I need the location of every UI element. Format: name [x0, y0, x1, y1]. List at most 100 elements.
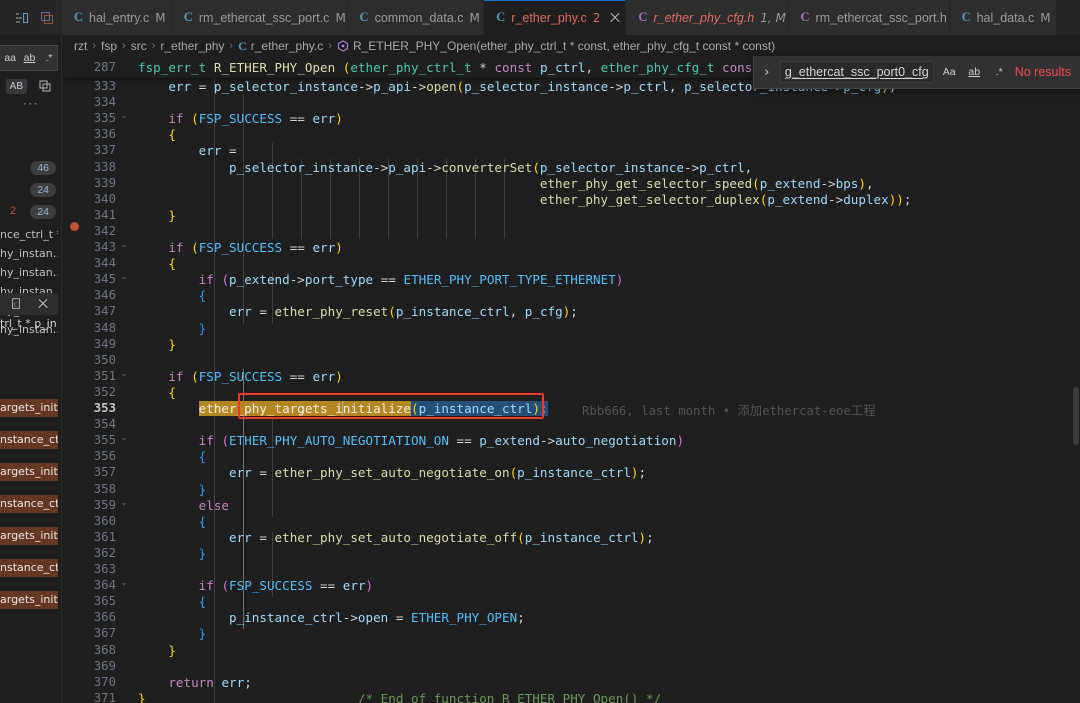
- code-line-367[interactable]: 367 }: [62, 625, 1080, 641]
- breadcrumb-item-fsp[interactable]: fsp: [101, 39, 117, 53]
- search-input[interactable]: g_ethercat_ssc_port0_cfg: [779, 61, 934, 83]
- toggle-ab-button[interactable]: AB: [5, 78, 27, 94]
- code-line-340[interactable]: 340 ether_phy_get_selector_duplex(p_exte…: [62, 191, 1080, 207]
- use-regex-icon[interactable]: .*: [41, 49, 57, 68]
- code-line-337[interactable]: 337 err =: [62, 142, 1080, 158]
- tab-rm-ethercat-ssc-port-c[interactable]: C rm_ethercat_ssc_port.c M: [171, 0, 348, 35]
- code-line-336[interactable]: 336 {: [62, 126, 1080, 142]
- match-item[interactable]: nstance_ctr…: [0, 559, 58, 577]
- code-line-345[interactable]: 345 ⌄ if (p_extend->port_type == ETHER_P…: [62, 271, 1080, 287]
- breadcrumb-item-rzt[interactable]: rzt: [74, 39, 87, 53]
- line-number: 348: [93, 320, 116, 335]
- code-line-346[interactable]: 346 {: [62, 287, 1080, 303]
- code-line-342[interactable]: 342: [62, 223, 1080, 239]
- match-whole-word-icon[interactable]: ab: [21, 49, 37, 68]
- fold-chevron-icon[interactable]: ⌄: [120, 272, 132, 282]
- match-case-icon[interactable]: aa: [2, 49, 18, 68]
- code-line-343[interactable]: 343 ⌄ if (FSP_SUCCESS == err): [62, 239, 1080, 255]
- tab-hal-entry-c[interactable]: C hal_entry.c M: [62, 0, 172, 35]
- peek-view-title-bar[interactable]: C: [0, 293, 58, 315]
- search-input-value: g_ethercat_ssc_port0_cfg: [784, 65, 929, 79]
- match-case-icon[interactable]: Aa: [940, 63, 959, 82]
- find-widget[interactable]: › g_ethercat_ssc_port0_cfg Aa ab .* No r…: [752, 56, 1080, 89]
- code-line-355[interactable]: 355 ⌄ if (ETHER_PHY_AUTO_NEGOTIATION_ON …: [62, 432, 1080, 448]
- fold-chevron-icon[interactable]: ⌄: [120, 578, 132, 588]
- line-number: 352: [93, 384, 116, 399]
- line-number: 336: [93, 127, 116, 142]
- code-line-362[interactable]: 362 }: [62, 545, 1080, 561]
- code-line-368[interactable]: 368 }: [62, 642, 1080, 658]
- code-line-348[interactable]: 348 }: [62, 320, 1080, 336]
- code-text: return err;: [168, 674, 252, 690]
- breadcrumb-item-src[interactable]: src: [131, 39, 147, 53]
- h-file-icon: C: [800, 10, 810, 24]
- fold-chevron-icon[interactable]: ⌄: [120, 111, 132, 121]
- code-line-369[interactable]: 369: [62, 658, 1080, 674]
- breadcrumb-item-r-ether-phy[interactable]: r_ether_phy: [160, 39, 224, 53]
- split-editor-icon[interactable]: [14, 10, 30, 26]
- code-line-370[interactable]: 370 return err;: [62, 674, 1080, 690]
- line-number: 354: [93, 417, 116, 432]
- match-item[interactable]: argets_init…: [0, 591, 58, 609]
- code-line-351[interactable]: 351 ⌄ if (FSP_SUCCESS == err): [62, 368, 1080, 384]
- code-text: ether_phy_targets_initialize(p_instance_…: [198, 401, 548, 416]
- tab-rm-ethercat-ssc-port-h[interactable]: C rm_ethercat_ssc_port.h: [788, 0, 950, 35]
- references-peek-panel[interactable]: aa ab .* AB ··· 46 24 24 2 nce_ctrl_t *……: [0, 35, 62, 703]
- match-item[interactable]: argets_init…: [0, 399, 58, 417]
- code-line-371[interactable]: 371 } /* End of function R_ETHER_PHY_Ope…: [62, 690, 1080, 703]
- code-line-338[interactable]: 338 p_selector_instance->p_api->converte…: [62, 159, 1080, 175]
- code-line-354[interactable]: 354: [62, 416, 1080, 432]
- match-item[interactable]: argets_init…: [0, 527, 58, 545]
- code-line-364[interactable]: 364 ⌄ if (FSP_SUCCESS == err): [62, 577, 1080, 593]
- tab-hal-data-c[interactable]: C hal_data.c M: [949, 0, 1057, 35]
- close-icon[interactable]: [37, 298, 49, 310]
- code-line-357[interactable]: 357 err = ether_phy_set_auto_negotiate_o…: [62, 464, 1080, 480]
- close-icon[interactable]: [608, 11, 614, 25]
- code-line-341[interactable]: 341 }: [62, 207, 1080, 223]
- peek-overflow-icon[interactable]: ···: [0, 97, 62, 111]
- code-line-353[interactable]: 353 ether_phy_targets_initialize(p_insta…: [62, 400, 1080, 418]
- code-line-365[interactable]: 365 {: [62, 593, 1080, 609]
- code-line-360[interactable]: 360 {: [62, 513, 1080, 529]
- open-changes-icon[interactable]: [39, 10, 55, 26]
- code-line-366[interactable]: 366 p_instance_ctrl->open = ETHER_PHY_OP…: [62, 609, 1080, 625]
- code-line-363[interactable]: 363: [62, 561, 1080, 577]
- code-line-347[interactable]: 347 err = ether_phy_reset(p_instance_ctr…: [62, 303, 1080, 319]
- reference-item[interactable]: hy_instan…: [0, 264, 58, 282]
- breadcrumb-item-file[interactable]: r_ether_phy.c: [251, 39, 324, 53]
- code-line-359[interactable]: 359 ⌄ else: [62, 497, 1080, 513]
- toggle-replace-icon[interactable]: ›: [760, 65, 774, 80]
- breadcrumb-item-symbol[interactable]: R_ETHER_PHY_Open(ether_phy_ctrl_t * cons…: [353, 39, 775, 53]
- code-line-350[interactable]: 350: [62, 352, 1080, 368]
- fold-chevron-icon[interactable]: ⌄: [120, 240, 132, 250]
- code-line-335[interactable]: 335 ⌄ if (FSP_SUCCESS == err): [62, 110, 1080, 126]
- peek-find-options[interactable]: aa ab .*: [0, 45, 58, 71]
- match-item[interactable]: nstance_ctr…: [0, 431, 58, 449]
- code-line-361[interactable]: 361 err = ether_phy_set_auto_negotiate_o…: [62, 529, 1080, 545]
- fold-chevron-icon[interactable]: ⌄: [120, 369, 132, 379]
- code-line-358[interactable]: 358 }: [62, 481, 1080, 497]
- match-item[interactable]: argets_init…: [0, 463, 58, 481]
- fold-chevron-icon[interactable]: ⌄: [120, 433, 132, 443]
- peek-toolbar[interactable]: AB: [0, 73, 62, 99]
- match-whole-word-icon[interactable]: ab: [965, 63, 984, 82]
- code-line-352[interactable]: 352 {: [62, 384, 1080, 400]
- use-regex-icon[interactable]: .*: [990, 63, 1009, 82]
- pin-icon[interactable]: C: [9, 296, 25, 312]
- code-line-344[interactable]: 344 {: [62, 255, 1080, 271]
- tab-r-ether-phy-c[interactable]: C r_ether_phy.c 2: [484, 0, 627, 35]
- code-line-349[interactable]: 349 }: [62, 336, 1080, 352]
- reference-item[interactable]: hy_instan…: [0, 245, 58, 263]
- reference-item[interactable]: nce_ctrl_t *…: [0, 226, 58, 244]
- tab-dirty-badge: M: [155, 10, 166, 25]
- tab-r-ether-phy-cfg-h[interactable]: C r_ether_phy_cfg.h 1, M: [626, 0, 789, 35]
- fold-chevron-icon[interactable]: ⌄: [120, 498, 132, 508]
- tab-common-data-c[interactable]: C common_data.c M: [347, 0, 485, 35]
- match-item[interactable]: nstance_ctr…: [0, 495, 58, 513]
- scrollbar-thumb[interactable]: [1073, 387, 1079, 445]
- code-editor[interactable]: 287 fsp_err_t R_ETHER_PHY_Open (ether_ph…: [62, 57, 1080, 703]
- replace-all-icon[interactable]: [37, 78, 53, 94]
- code-line-356[interactable]: 356 {: [62, 448, 1080, 464]
- code-line-339[interactable]: 339 ether_phy_get_selector_speed(p_exten…: [62, 175, 1080, 191]
- code-line-334[interactable]: 334: [62, 94, 1080, 110]
